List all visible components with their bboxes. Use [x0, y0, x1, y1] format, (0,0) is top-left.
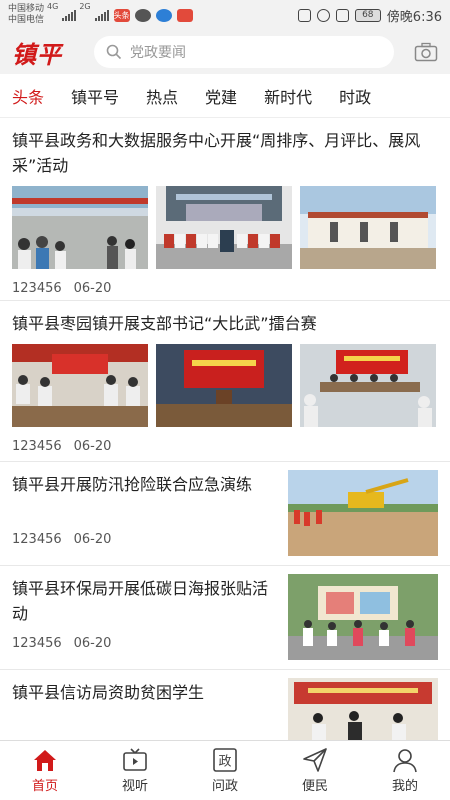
nfc-icon — [297, 8, 311, 22]
news-photo — [12, 344, 148, 427]
tv-icon — [123, 748, 147, 771]
vibrate-icon — [335, 8, 349, 22]
news-title: 镇平县开展防汛抢险联合应急演练 — [12, 475, 253, 494]
zheng-icon: 政 — [213, 748, 237, 772]
news-item[interactable]: 镇平县政务和大数据服务中心开展“周排序、月评比、展风采”活动 123456 06… — [0, 118, 450, 301]
tab-hot[interactable]: 热点 — [146, 84, 178, 108]
svg-text:政: 政 — [218, 755, 231, 770]
app-notification-icon — [176, 8, 193, 22]
news-photo — [156, 344, 292, 427]
news-photo — [300, 344, 436, 427]
tab-party-building[interactable]: 党建 — [205, 84, 237, 108]
tab-new-era[interactable]: 新时代 — [264, 84, 312, 108]
nav-label: 我的 — [391, 779, 418, 794]
news-feed: 镇平县政务和大数据服务中心开展“周排序、月评比、展风采”活动 123456 06… — [0, 118, 450, 740]
app-header: 镇平 党政要闻 — [0, 30, 450, 74]
news-meta: 123456 06-20 — [12, 636, 111, 651]
message-notification-icon — [134, 8, 151, 22]
search-icon — [106, 44, 122, 60]
news-source: 123456 — [12, 532, 62, 547]
nav-label: 问政 — [211, 779, 238, 794]
news-source: 123456 — [12, 281, 62, 296]
network-type-1: 4G — [47, 2, 59, 11]
nav-profile[interactable]: 我的 — [360, 741, 450, 800]
news-meta: 123456 06-20 — [12, 532, 111, 547]
signal-icon-2 — [94, 9, 109, 21]
news-title: 镇平县信访局资助贫困学生 — [12, 683, 205, 702]
category-tabs: 头条 镇平号 热点 党建 新时代 时政 — [0, 74, 450, 118]
news-date: 06-20 — [73, 532, 112, 547]
status-bar: 中国移动 中国电信 4G 2G 头条 68 傍晚6:36 — [0, 0, 450, 30]
home-icon — [34, 750, 56, 771]
news-photo — [156, 186, 292, 269]
nav-label: 视听 — [121, 779, 148, 794]
status-time: 傍晚6:36 — [386, 9, 442, 25]
nav-home[interactable]: 首页 — [0, 741, 90, 800]
carrier-names: 中国移动 中国电信 — [8, 4, 44, 26]
search-input[interactable]: 党政要闻 — [94, 36, 394, 68]
news-date: 06-20 — [73, 281, 112, 296]
news-date: 06-20 — [73, 636, 112, 651]
tab-zhenping-hao[interactable]: 镇平号 — [71, 84, 119, 108]
news-images — [12, 344, 438, 427]
camera-icon[interactable] — [414, 42, 438, 62]
status-right: 68 傍晚6:36 — [297, 6, 442, 25]
news-item[interactable]: 镇平县枣园镇开展支部书记“大比武”擂台赛 123456 06-20 — [0, 301, 450, 462]
nav-label: 首页 — [31, 779, 58, 794]
news-source: 123456 — [12, 636, 62, 651]
paper-plane-icon — [303, 748, 327, 772]
news-title: 镇平县政务和大数据服务中心开展“周排序、月评比、展风采”活动 — [12, 131, 421, 175]
app-logo: 镇平 — [12, 39, 62, 69]
news-photo — [12, 186, 148, 269]
news-photo — [288, 470, 438, 556]
news-photo — [300, 186, 436, 269]
signal-icon — [62, 9, 77, 21]
location-notification-icon — [155, 8, 172, 22]
news-meta: 123456 06-20 — [12, 269, 438, 304]
search-placeholder: 党政要闻 — [130, 45, 186, 61]
user-icon — [393, 749, 417, 773]
news-meta: 123456 06-20 — [12, 427, 438, 462]
news-item[interactable]: 镇平县开展防汛抢险联合应急演练 123456 06-20 — [0, 462, 450, 566]
news-source: 123456 — [12, 439, 62, 454]
nav-services[interactable]: 便民 — [270, 741, 360, 800]
nav-video[interactable]: 视听 — [90, 741, 180, 800]
news-date: 06-20 — [73, 439, 112, 454]
battery-icon: 68 — [354, 8, 381, 22]
toutiao-notification-icon: 头条 — [113, 8, 130, 22]
nav-label: 便民 — [301, 779, 328, 794]
news-title: 镇平县环保局开展低碳日海报张贴活动 — [12, 579, 269, 623]
network-type-2: 2G — [79, 2, 91, 11]
news-item[interactable]: 镇平县环保局开展低碳日海报张贴活动 123456 06-20 — [0, 566, 450, 670]
tab-politics[interactable]: 时政 — [339, 84, 371, 108]
carrier-2: 中国电信 — [8, 15, 45, 25]
news-images — [12, 186, 438, 269]
nav-inquiry[interactable]: 政 问政 — [180, 741, 270, 800]
alarm-icon — [316, 8, 330, 22]
news-photo — [288, 678, 438, 740]
news-item[interactable]: 镇平县信访局资助贫困学生 — [0, 670, 450, 740]
bottom-navigation: 首页 视听 政 问政 便民 我的 — [0, 740, 450, 800]
news-photo — [288, 574, 438, 660]
news-title: 镇平县枣园镇开展支部书记“大比武”擂台赛 — [12, 314, 317, 333]
tab-headlines[interactable]: 头条 — [12, 84, 44, 108]
carrier-1: 中国移动 — [8, 4, 45, 14]
